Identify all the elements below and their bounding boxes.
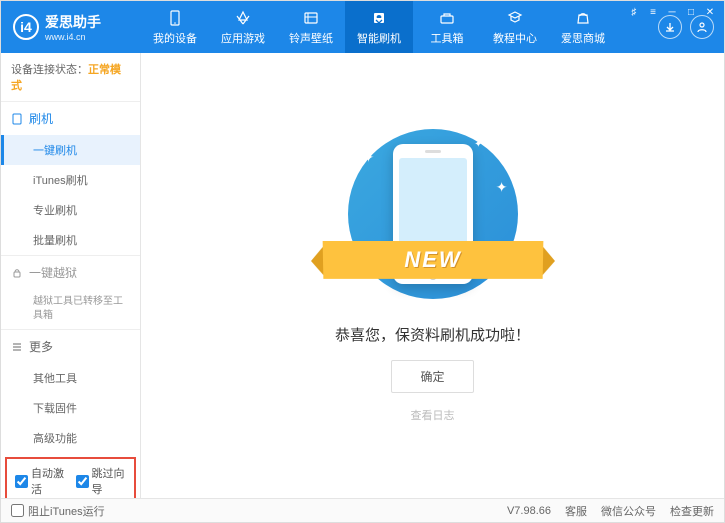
new-banner: NEW	[322, 241, 543, 279]
phone-small-icon	[11, 113, 23, 125]
sidebar-item-pro[interactable]: 专业刷机	[1, 195, 140, 225]
sidebar-item-firmware[interactable]: 下载固件	[1, 393, 140, 423]
skin-icon[interactable]: ♯	[626, 5, 642, 19]
app-name: 爱思助手	[45, 12, 101, 32]
sidebar-more-header[interactable]: 更多	[1, 330, 140, 363]
nav-flash[interactable]: 智能刷机	[345, 1, 413, 53]
header: i4 爱思助手 www.i4.cn 我的设备 应用游戏 铃声壁纸 智能刷机 工具…	[1, 1, 724, 53]
nav-ringtones[interactable]: 铃声壁纸	[277, 1, 345, 53]
sidebar-item-itunes[interactable]: iTunes刷机	[1, 165, 140, 195]
nav-toolbox[interactable]: 工具箱	[413, 1, 481, 53]
checkbox-skip-guide[interactable]: 跳过向导	[76, 465, 127, 497]
apps-icon	[234, 9, 252, 27]
main-nav: 我的设备 应用游戏 铃声壁纸 智能刷机 工具箱 教程中心 爱思商城	[141, 1, 658, 53]
success-illustration: ✦ ✦ ✦ NEW	[333, 129, 533, 309]
content-area: ✦ ✦ ✦ NEW 恭喜您，保资料刷机成功啦！ 确定 查看日志	[141, 53, 724, 499]
lock-icon	[11, 267, 23, 279]
sidebar-item-oneclick[interactable]: 一键刷机	[1, 135, 140, 165]
success-message: 恭喜您，保资料刷机成功啦！	[335, 324, 530, 345]
jailbreak-note: 越狱工具已转移至工具箱	[1, 289, 140, 329]
minimize-icon[interactable]: ─	[664, 5, 680, 19]
flash-icon	[370, 9, 388, 27]
confirm-button[interactable]: 确定	[391, 360, 473, 393]
version-label: V7.98.66	[507, 505, 551, 517]
wechat-link[interactable]: 微信公众号	[601, 503, 656, 519]
store-icon	[574, 9, 592, 27]
sidebar-item-advanced[interactable]: 高级功能	[1, 423, 140, 453]
sidebar-flash-header[interactable]: 刷机	[1, 102, 140, 135]
menu-icon[interactable]: ≡	[645, 5, 661, 19]
sidebar-jailbreak-header[interactable]: 一键越狱	[1, 256, 140, 289]
nav-my-device[interactable]: 我的设备	[141, 1, 209, 53]
window-controls: ♯ ≡ ─ □ ✕	[626, 5, 718, 19]
close-icon[interactable]: ✕	[702, 5, 718, 19]
wallpaper-icon	[302, 9, 320, 27]
nav-apps[interactable]: 应用游戏	[209, 1, 277, 53]
options-box: 自动激活 跳过向导	[5, 457, 136, 499]
update-link[interactable]: 检查更新	[670, 503, 714, 519]
list-icon	[11, 341, 23, 353]
logo-icon: i4	[13, 14, 39, 40]
nav-store[interactable]: 爱思商城	[549, 1, 617, 53]
service-link[interactable]: 客服	[565, 503, 587, 519]
nav-tutorials[interactable]: 教程中心	[481, 1, 549, 53]
main: 设备连接状态：正常模式 刷机 一键刷机 iTunes刷机 专业刷机 批量刷机 一…	[1, 53, 724, 499]
sidebar-item-batch[interactable]: 批量刷机	[1, 225, 140, 255]
tutorial-icon	[506, 9, 524, 27]
toolbox-icon	[438, 9, 456, 27]
checkbox-block-itunes[interactable]: 阻止iTunes运行	[11, 503, 105, 519]
connection-status: 设备连接状态：正常模式	[1, 53, 140, 101]
checkbox-auto-activate[interactable]: 自动激活	[15, 465, 66, 497]
sidebar-item-other[interactable]: 其他工具	[1, 363, 140, 393]
view-log-link[interactable]: 查看日志	[411, 407, 455, 423]
maximize-icon[interactable]: □	[683, 5, 699, 19]
app-url: www.i4.cn	[45, 32, 101, 42]
footer: 阻止iTunes运行 V7.98.66 客服 微信公众号 检查更新	[1, 498, 724, 522]
phone-icon	[166, 9, 184, 27]
sidebar: 设备连接状态：正常模式 刷机 一键刷机 iTunes刷机 专业刷机 批量刷机 一…	[1, 53, 141, 499]
logo: i4 爱思助手 www.i4.cn	[1, 12, 141, 42]
